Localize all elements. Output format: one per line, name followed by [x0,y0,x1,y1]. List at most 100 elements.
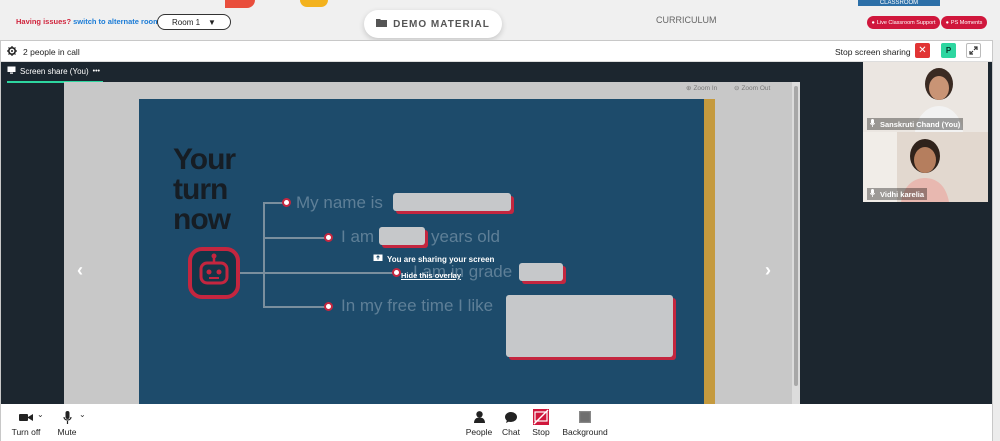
chevron-down-icon: ▼ [208,17,216,27]
fullscreen-button[interactable] [966,43,981,58]
previous-slide-button[interactable]: ‹ [77,260,83,281]
grade-answer-box [519,263,563,281]
room-select[interactable]: Room 1 ▼ [157,14,231,30]
meeting-frame: 2 people in call Stop screen sharing ✕ P… [0,40,993,441]
stop-share-button[interactable]: Stop [528,409,554,437]
participant-label: Vidhi karelia [867,188,928,200]
more-options-icon[interactable]: ••• [93,68,100,75]
slide-prompt: My name is [296,193,383,212]
background-label: Background [562,427,608,437]
support-icon: ● [871,19,875,26]
screen-share-tab-label: Screen share (You) [20,66,89,76]
connector-node [392,268,401,277]
people-label: People [465,427,493,437]
connector-line [240,272,396,274]
background-icon [559,410,611,424]
stop-share-label: Stop [532,427,550,437]
camera-small-icon: ● [945,19,949,26]
zoom-in-button[interactable]: ⊕ Zoom In [686,84,718,93]
connector-node [324,302,333,311]
robot-icon [188,247,240,299]
microphone-icon [870,119,875,129]
stop-sharing-icon [528,409,554,425]
presentation-slide: Your turn now My name is I am years old … [139,99,715,404]
slide-edge-strip [704,99,715,404]
room-select-value: Room 1 [172,17,201,27]
live-support-button[interactable]: ● Live Classroom Support [867,16,940,29]
age-answer-box [379,227,425,245]
background-button[interactable]: Background [559,410,611,437]
logo-decoration [300,0,328,7]
issues-notice: Having issues? switch to alternate room [16,17,160,26]
participant-tile[interactable]: Vidhi karelia [863,132,988,202]
share-screen-icon [373,254,383,265]
participant-label: Sanskruti Chand (You) [867,118,964,130]
zoom-out-button[interactable]: ⊖ Zoom Out [734,84,771,93]
issues-label: Having issues? [16,17,72,26]
screen-share-stage: Screen share (You) ••• ⊕ Zoom In ⊖ Zoom … [1,62,992,404]
slide-prompt: I am [341,227,375,246]
demo-material-button[interactable]: DEMO MATERIAL [364,10,502,38]
slide-heading: Your turn now [173,143,236,236]
p-button[interactable]: P [941,43,956,58]
alternate-room-link[interactable]: switch to alternate room [73,17,160,26]
participant-name: Vidhi karelia [880,189,925,199]
free-time-answer-box [506,295,673,357]
slide-heading-line: turn [173,173,228,206]
sharing-overlay-text: You are sharing your screen [387,255,495,264]
live-support-label: Live Classroom Support [876,19,936,26]
call-controls: Turn off ⌄ Mute ⌄ People Chat Stop Backg… [1,404,992,441]
chat-button[interactable]: Chat [498,410,524,437]
classroom-tab[interactable]: CLASSROOM [858,0,940,6]
participant-tile[interactable]: Sanskruti Chand (You) [863,62,988,132]
stop-sharing-label: Stop screen sharing [835,47,911,57]
connector-node [324,233,333,242]
slide-heading-line: Your [173,143,236,176]
stop-sharing-button[interactable]: ✕ [915,43,930,58]
person-icon [463,410,495,424]
zoom-out-label: Zoom Out [741,84,771,92]
viewer-scrollbar[interactable] [792,82,800,404]
zoom-in-icon: ⊕ [686,85,692,92]
slide-prompt: In my free time I like [341,296,494,315]
hide-overlay-link[interactable]: Hide this overlay [401,271,461,280]
people-count-label: 2 people in call [23,47,80,57]
people-button[interactable]: People [463,410,495,437]
name-answer-box [393,193,511,211]
call-header: 2 people in call Stop screen sharing ✕ P [1,41,992,62]
people-count: 2 people in call [7,46,80,58]
mute-label: Mute [57,427,77,437]
folder-icon [376,18,388,30]
logo-decoration [225,0,255,8]
connector-line [263,237,329,239]
microphone-icon [870,189,875,199]
expand-icon [969,42,978,60]
mute-button[interactable]: Mute [53,410,81,437]
chat-label: Chat [502,427,520,437]
connector-line [263,202,265,308]
camera-options-chevron-icon[interactable]: ⌄ [37,410,44,419]
screen-icon [7,66,16,76]
chevron-right-icon: › [765,260,771,280]
scrollbar-thumb[interactable] [794,86,798,386]
chat-bubble-icon [498,410,524,424]
curriculum-tab[interactable]: CURRICULUM [656,15,717,25]
chevron-left-icon: ‹ [77,260,83,280]
mic-options-chevron-icon[interactable]: ⌄ [79,410,86,419]
close-icon: ✕ [918,45,927,56]
slide-prompt: years old [431,227,500,246]
zoom-out-icon: ⊖ [734,85,740,92]
app-top-bar: Having issues? switch to alternate room … [0,0,1000,40]
next-slide-button[interactable]: › [765,260,771,281]
screen-share-tab[interactable]: Screen share (You) ••• [7,66,100,76]
camera-toggle-label: Turn off [11,427,41,437]
ps-moments-button[interactable]: ● PS Moments [941,16,987,29]
connector-node [282,198,291,207]
participant-name: Sanskruti Chand (You) [880,119,961,129]
slide-heading-line: now [173,203,231,236]
gear-icon[interactable] [7,46,17,58]
zoom-in-label: Zoom In [693,84,718,92]
demo-material-label: DEMO MATERIAL [393,18,490,30]
connector-line [263,306,329,308]
ps-moments-label: PS Moments [950,19,983,26]
